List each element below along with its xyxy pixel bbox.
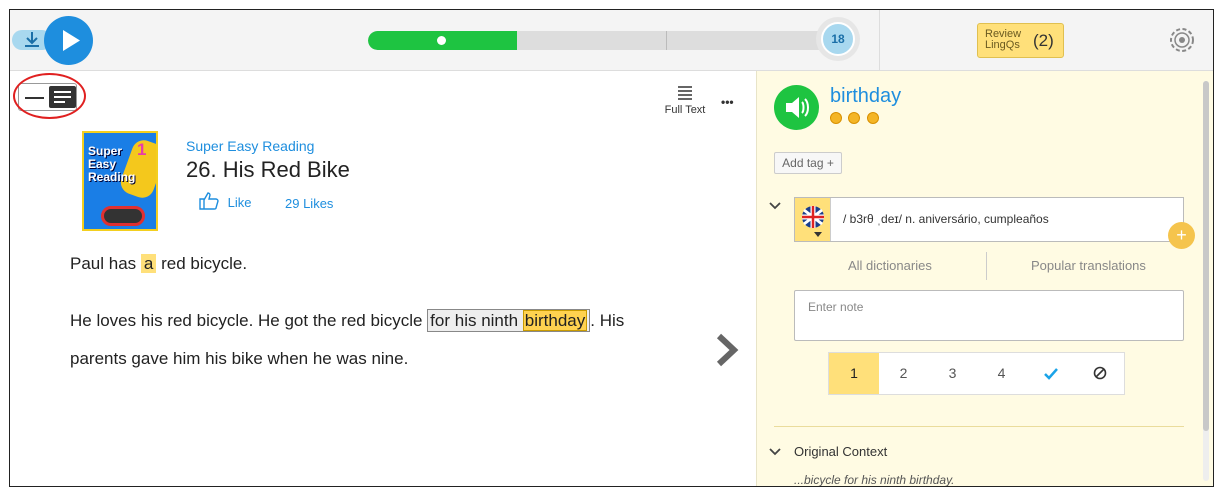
ignore-icon — [1093, 366, 1106, 380]
more-options-icon[interactable]: ••• — [721, 95, 734, 109]
lingq-panel: birthday Add tag + / b3rθ ˌdeɪ/ n. anive… — [756, 71, 1213, 487]
hint-box[interactable]: / b3rθ ˌdeɪ/ n. aniversário, cumpleaños — [794, 197, 1184, 242]
flag-dropdown-icon — [814, 232, 822, 237]
selected-word[interactable]: birthday — [522, 310, 588, 331]
checkmark-icon — [1043, 368, 1058, 380]
play-button[interactable] — [44, 16, 93, 65]
highlighted-word[interactable]: a — [140, 254, 157, 273]
note-textarea[interactable]: Enter note — [794, 290, 1184, 341]
context-chevron-icon[interactable] — [769, 448, 781, 456]
phrase-text[interactable]: for his ninth — [430, 311, 523, 330]
lesson-title: 26. His Red Bike — [186, 157, 350, 182]
settings-gear-icon[interactable] — [1167, 25, 1197, 55]
progress-divider — [666, 31, 667, 50]
status-1-button[interactable]: 1 — [829, 353, 879, 394]
sentence-text[interactable]: He loves his red bicycle. He got the red… — [70, 311, 427, 330]
collapse-hint-chevron-icon[interactable] — [769, 202, 781, 210]
known-check-button[interactable] — [1026, 353, 1075, 394]
term-word: birthday — [830, 85, 902, 107]
uk-flag-icon — [802, 206, 824, 228]
lingqs-label: LingQs — [985, 39, 1020, 51]
word[interactable]: Paul has — [70, 254, 141, 273]
frequency-dot — [830, 112, 842, 124]
toggle-highlight-circle — [13, 73, 86, 119]
course-link[interactable]: Super Easy Reading — [186, 138, 314, 154]
lesson-progress-bar — [368, 31, 843, 50]
dict-divider — [986, 252, 987, 280]
full-text-button[interactable]: Full Text — [658, 85, 712, 119]
frequency-dots — [830, 111, 879, 129]
page-count: 18 — [821, 22, 855, 56]
topbar-divider — [879, 10, 880, 71]
scrollbar-thumb[interactable] — [1203, 81, 1209, 431]
add-tag-button[interactable]: Add tag + — [774, 152, 842, 174]
original-context-label: Original Context — [794, 444, 888, 459]
status-4-button[interactable]: 4 — [977, 353, 1026, 394]
ignore-button[interactable] — [1075, 353, 1124, 394]
top-bar: 18 Review LingQs (2) — [10, 10, 1213, 71]
status-selector: 1 2 3 4 — [828, 352, 1125, 395]
cover-text: Super Easy Reading — [88, 144, 136, 184]
review-count: (2) — [1033, 31, 1054, 50]
download-icon — [25, 32, 39, 47]
lesson-cover: Super Easy Reading 1 — [82, 131, 158, 231]
speaker-icon — [786, 97, 809, 118]
panel-divider — [774, 426, 1184, 427]
paragraph-2-line-2[interactable]: parents gave him his bike when he was ni… — [70, 340, 680, 378]
frequency-dot — [866, 112, 879, 124]
word[interactable]: red bicycle. — [156, 254, 247, 273]
all-dictionaries-link[interactable]: All dictionaries — [848, 258, 932, 273]
likes-count[interactable]: 29 Likes — [285, 196, 333, 211]
frequency-dot — [848, 112, 861, 124]
language-flag[interactable] — [795, 198, 831, 241]
add-hint-button[interactable]: + — [1168, 222, 1195, 249]
paragraph-1: Paul has a red bicycle. — [70, 254, 247, 274]
popular-translations-link[interactable]: Popular translations — [1031, 258, 1146, 273]
thumbs-up-icon — [199, 192, 219, 210]
original-context-text: ...bicycle for his ninth birthday. — [794, 473, 955, 487]
hint-text: / b3rθ ˌdeɪ/ n. aniversário, cumpleaños — [843, 212, 1049, 226]
scrollbar-track[interactable] — [1203, 81, 1209, 481]
progress-marker — [437, 36, 446, 45]
like-label: Like — [227, 195, 252, 210]
review-lingqs-button[interactable]: Review LingQs (2) — [977, 23, 1064, 58]
status-3-button[interactable]: 3 — [928, 353, 977, 394]
speak-button[interactable] — [774, 85, 819, 130]
paragraph-2: He loves his red bicycle. He got the red… — [70, 302, 680, 378]
status-2-button[interactable]: 2 — [879, 353, 928, 394]
sentence-text-end[interactable]: . His — [590, 311, 624, 330]
full-text-icon — [678, 86, 692, 100]
selected-phrase[interactable]: for his ninth birthday — [427, 309, 591, 332]
app-frame: 18 Review LingQs (2) Full Text ••• Super… — [9, 9, 1214, 487]
reader-pane: Full Text ••• Super Easy Reading 1 Super E… — [10, 71, 756, 486]
cover-number: 1 — [137, 140, 147, 159]
next-page-chevron-icon[interactable] — [716, 333, 740, 367]
like-button[interactable]: Like — [198, 191, 251, 210]
full-text-label: Full Text — [664, 104, 706, 116]
cover-tire — [101, 206, 145, 226]
play-icon — [63, 30, 80, 51]
